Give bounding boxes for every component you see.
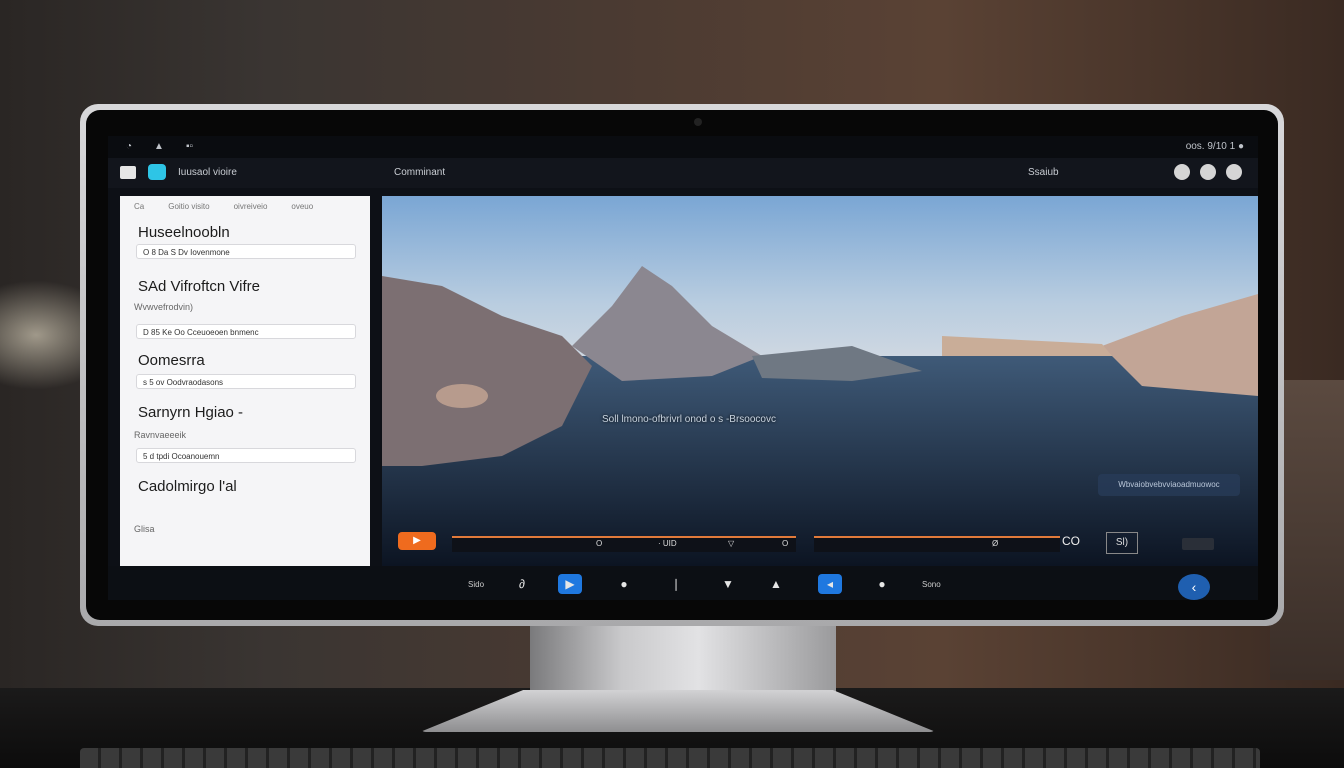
- webcam: [694, 118, 702, 126]
- document-title: Comminant: [394, 167, 446, 178]
- wifi-icon[interactable]: ◔: [126, 141, 132, 152]
- up-triangle-icon[interactable]: ▲: [764, 574, 788, 594]
- filter-tab-3[interactable]: oivreiveio: [234, 202, 268, 211]
- section-heading-2: SAd Vifroftcn Vifre: [138, 278, 261, 295]
- section-heading-4: Sarnyrn Hgiao -: [138, 404, 244, 421]
- filter-tab-2[interactable]: Goitio visito: [168, 202, 209, 211]
- time-mid: · UID: [658, 539, 677, 548]
- down-triangle-icon[interactable]: ▼: [716, 574, 740, 594]
- user-label[interactable]: Ssaiub: [1028, 167, 1059, 178]
- section-field-3[interactable]: s 5 ov Oodvraodasons: [136, 374, 356, 389]
- section-field-1[interactable]: O 8 Da S Dv Iovenmone: [136, 244, 356, 259]
- section-field-4[interactable]: 5 d tpdi Ocoanouemn: [136, 448, 356, 463]
- co-label[interactable]: CO: [1062, 534, 1080, 548]
- app-toolbar: Iuusaol vioire Comminant Ssaiub: [108, 158, 1258, 188]
- app-icon[interactable]: [148, 164, 166, 180]
- menu-status-text: oos. 9/10 1 ●: [1185, 141, 1244, 152]
- settings-icon[interactable]: [1200, 164, 1216, 180]
- section-heading-3: Oomesrra: [138, 352, 205, 369]
- end-button[interactable]: Sl): [1106, 532, 1138, 554]
- send-icon[interactable]: ◂: [818, 574, 842, 594]
- menu-icon[interactable]: [120, 166, 136, 179]
- record-icon[interactable]: ●: [612, 574, 636, 594]
- dock: Sido ∂ ▶ ● ❘ ▼ ▲ ◂ ● Sono ‹: [108, 566, 1258, 600]
- section-caption-5: Glisa: [134, 524, 155, 534]
- sidebar-panel: Ca Goitio visito oivreiveio oveuo Huseel…: [120, 196, 370, 566]
- dock-label-left[interactable]: Sido: [468, 580, 484, 589]
- volume-bar[interactable]: [1182, 538, 1214, 550]
- time-marker-2: Ø: [992, 539, 999, 548]
- menu-bar: ◔ ▲ ▪▫ oos. 9/10 1 ●: [108, 136, 1258, 158]
- monitor-bezel: ◔ ▲ ▪▫ oos. 9/10 1 ● Iuusaol vioire Comm…: [86, 110, 1278, 620]
- landscape-photo: [382, 196, 1258, 566]
- section-caption-4: Ravnvaeeeik: [134, 430, 187, 440]
- section-heading-1: Huseelnoobln: [138, 224, 230, 241]
- chat-icon[interactable]: ●: [870, 574, 894, 594]
- timeline-track-2[interactable]: Ø: [814, 536, 1060, 552]
- filter-tab-1[interactable]: Ca: [134, 202, 144, 211]
- battery-icon[interactable]: ▪▫: [186, 141, 193, 152]
- timeline-track[interactable]: O · UID ▽ O: [452, 536, 796, 552]
- section-caption-2: Wvwvefrodvin): [134, 302, 194, 312]
- back-icon[interactable]: ‹: [1178, 574, 1210, 600]
- dock-label-right[interactable]: Sono: [922, 580, 941, 589]
- time-marker: ▽: [728, 539, 735, 548]
- triangle-icon[interactable]: ▲: [154, 141, 164, 152]
- time-start: O: [596, 539, 603, 548]
- keyboard: [80, 748, 1260, 768]
- play-icon[interactable]: ▶: [558, 574, 582, 594]
- section-heading-5: Cadolmirgo l'al: [138, 478, 237, 495]
- play-button[interactable]: ▶: [398, 532, 436, 550]
- link-icon[interactable]: ∂: [510, 574, 534, 594]
- share-icon[interactable]: [1226, 164, 1242, 180]
- profile-icon[interactable]: [1174, 164, 1190, 180]
- time-end: O: [782, 539, 789, 548]
- filter-tab-4[interactable]: oveuo: [291, 202, 313, 211]
- app-title: Iuusaol vioire: [178, 167, 237, 178]
- info-pill[interactable]: Wbvaiobvebvviaoadmuowoc: [1098, 474, 1240, 496]
- pin-icon[interactable]: ❘: [664, 574, 688, 594]
- monitor-stand-neck: [530, 624, 836, 694]
- section-field-2[interactable]: D 85 Ke Oo Cceuoeoen bnmenc: [136, 324, 356, 339]
- image-viewer[interactable]: Soll lmono-ofbrivrl onod o s -Brsoocovc …: [382, 196, 1258, 566]
- overlay-caption: Soll lmono-ofbrivrl onod o s -Brsoocovc: [602, 414, 776, 425]
- monitor: ◔ ▲ ▪▫ oos. 9/10 1 ● Iuusaol vioire Comm…: [80, 104, 1284, 626]
- screen: ◔ ▲ ▪▫ oos. 9/10 1 ● Iuusaol vioire Comm…: [108, 136, 1258, 600]
